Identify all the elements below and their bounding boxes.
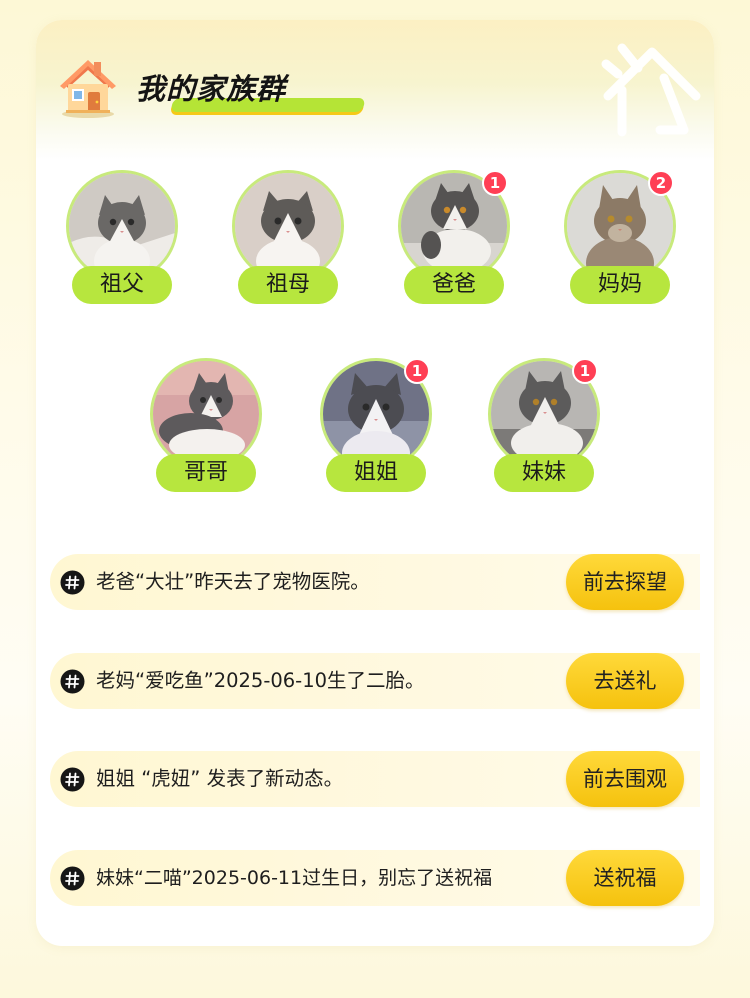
- notice-text: 老妈“爱吃鱼”2025-06-10生了二胎。: [96, 669, 425, 692]
- member-elder-sister[interactable]: 1 姐姐: [320, 358, 432, 494]
- notice-text: 妹妹“二喵”2025-06-11过生日，别忘了送祝福: [96, 867, 493, 889]
- unread-badge: 1: [404, 358, 430, 384]
- house-icon: [60, 60, 116, 118]
- hashtag-icon: [60, 767, 85, 792]
- house-outline-icon: [601, 43, 701, 137]
- notice-row: 老妈“爱吃鱼”2025-06-10生了二胎。 去送礼: [50, 653, 700, 709]
- view-post-button[interactable]: 前去围观: [566, 751, 684, 807]
- member-younger-sister[interactable]: 1 妹妹: [488, 358, 600, 494]
- hashtag-icon: [60, 570, 85, 595]
- member-name: 祖母: [238, 266, 338, 304]
- card-header: 我的家族群: [36, 20, 714, 160]
- page-title: 我的家族群: [136, 72, 287, 106]
- notice-row: 妹妹“二喵”2025-06-11过生日，别忘了送祝福 送祝福: [50, 850, 700, 906]
- member-name: 妹妹: [494, 454, 594, 492]
- member-elder-brother[interactable]: 哥哥: [150, 358, 262, 494]
- send-gift-button[interactable]: 去送礼: [566, 653, 684, 709]
- cat-photo: [69, 173, 175, 279]
- member-grandmother[interactable]: 祖母: [232, 170, 344, 306]
- send-wishes-button[interactable]: 送祝福: [566, 850, 684, 906]
- member-name: 祖父: [72, 266, 172, 304]
- cat-photo: [235, 173, 341, 279]
- member-name: 爸爸: [404, 266, 504, 304]
- notice-text: 老爸“大壮”昨天去了宠物医院。: [96, 570, 370, 593]
- unread-badge: 2: [648, 170, 674, 196]
- notice-row: 老爸“大壮”昨天去了宠物医院。 前去探望: [50, 554, 700, 610]
- hashtag-icon: [60, 866, 85, 891]
- member-name: 妈妈: [570, 266, 670, 304]
- member-grandfather[interactable]: 祖父: [66, 170, 178, 306]
- member-father[interactable]: 1 爸爸: [398, 170, 510, 306]
- cat-photo: [153, 361, 259, 467]
- member-mother[interactable]: 2 妈妈: [564, 170, 676, 306]
- member-name: 姐姐: [326, 454, 426, 492]
- notice-text: 姐姐 “虎妞” 发表了新动态。: [96, 767, 344, 790]
- hashtag-icon: [60, 669, 85, 694]
- notice-row: 姐姐 “虎妞” 发表了新动态。 前去围观: [50, 751, 700, 807]
- visit-button[interactable]: 前去探望: [566, 554, 684, 610]
- unread-badge: 1: [482, 170, 508, 196]
- unread-badge: 1: [572, 358, 598, 384]
- family-group-card: 我的家族群 祖父 祖母 1 爸爸 2 妈妈 哥哥 1 姐姐 1 妹妹 老爸“大壮…: [36, 20, 714, 946]
- member-name: 哥哥: [156, 454, 256, 492]
